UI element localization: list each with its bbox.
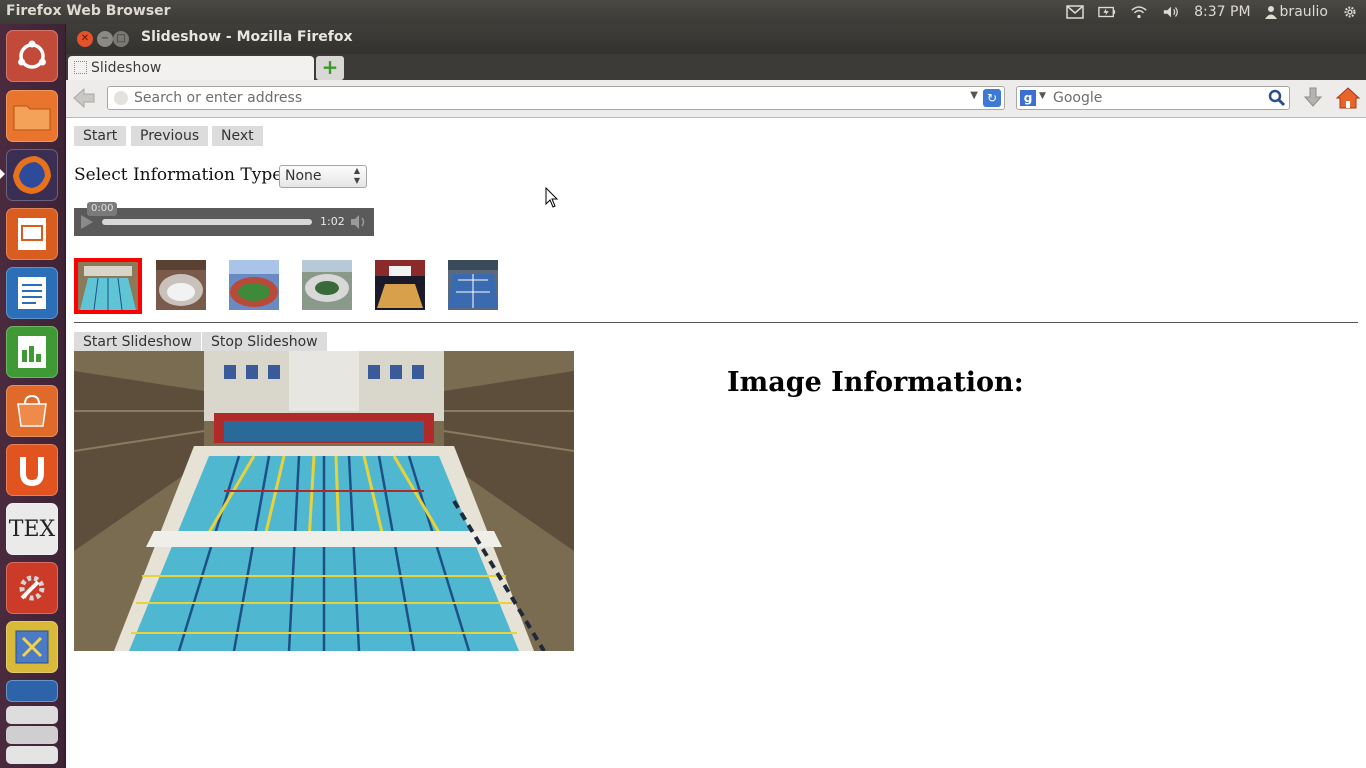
- search-bar[interactable]: g ▼: [1016, 86, 1290, 110]
- back-button[interactable]: [72, 87, 96, 111]
- back-arrow-icon: [73, 87, 95, 109]
- select-value: None: [285, 168, 322, 184]
- ubuntu-dash-icon[interactable]: [6, 30, 58, 82]
- navigation-toolbar: ▼ ↻ g ▼: [66, 80, 1366, 118]
- software-center-icon[interactable]: [6, 385, 58, 437]
- settings-icon[interactable]: [6, 562, 58, 614]
- main-slide-image: [74, 351, 574, 651]
- close-window-button[interactable]: ✕: [77, 31, 93, 47]
- thumb-arena[interactable]: [156, 260, 206, 310]
- user-name: braulio: [1279, 4, 1328, 20]
- page-content: Start Previous Next Select Information T…: [66, 118, 1366, 768]
- start-slideshow-button[interactable]: Start Slideshow: [74, 332, 201, 352]
- writer-icon[interactable]: [6, 267, 58, 319]
- previous-button[interactable]: Previous: [131, 126, 209, 146]
- reload-icon[interactable]: ↻: [983, 89, 1001, 107]
- url-bar[interactable]: ▼ ↻: [107, 86, 1005, 110]
- battery-icon[interactable]: [1098, 5, 1116, 19]
- thumb-tennis[interactable]: [448, 260, 498, 310]
- search-icon[interactable]: [1268, 89, 1286, 107]
- url-history-dropdown-icon[interactable]: ▼: [970, 90, 978, 101]
- select-arrows-icon: ▲ ▼: [353, 166, 360, 185]
- maximize-window-button[interactable]: □: [113, 31, 129, 47]
- ubuntu-one-icon[interactable]: [6, 444, 58, 496]
- search-input[interactable]: [1053, 89, 1258, 107]
- gear-icon[interactable]: [1342, 4, 1358, 20]
- information-type-select[interactable]: None ▲ ▼: [279, 165, 367, 188]
- calc-icon[interactable]: [6, 326, 58, 378]
- page-favicon-icon: [74, 61, 87, 74]
- launcher-stacked-items[interactable]: [6, 680, 58, 768]
- select-information-label: Select Information Type:: [74, 165, 289, 185]
- play-icon[interactable]: [81, 215, 93, 229]
- window-title: Slideshow - Mozilla Firefox: [141, 29, 353, 45]
- minimize-window-button[interactable]: −: [97, 31, 113, 47]
- audio-player: 0:00 1:02: [74, 202, 374, 236]
- google-engine-icon[interactable]: g: [1020, 90, 1036, 106]
- start-button[interactable]: Start: [74, 126, 127, 146]
- audio-seek-bar[interactable]: [102, 219, 312, 225]
- user-icon: [1264, 6, 1277, 19]
- new-tab-button[interactable]: +: [316, 56, 344, 80]
- thumb-stadium[interactable]: [229, 260, 279, 310]
- tab-slideshow[interactable]: Slideshow: [68, 56, 314, 80]
- tab-label: Slideshow: [91, 60, 162, 76]
- home-button[interactable]: [1335, 86, 1361, 110]
- volume-icon[interactable]: [350, 214, 368, 230]
- workspaces-icon[interactable]: [6, 621, 58, 673]
- thumb-court[interactable]: [375, 260, 425, 310]
- section-divider: [74, 322, 1358, 323]
- image-information-heading: Image Information:: [727, 367, 1024, 398]
- audio-current-time: 0:00: [87, 202, 118, 216]
- downloads-button[interactable]: [1302, 87, 1324, 111]
- stop-slideshow-button[interactable]: Stop Slideshow: [202, 332, 327, 352]
- volume-icon[interactable]: [1162, 5, 1180, 19]
- launcher: TEX: [0, 24, 66, 768]
- globe-icon: [114, 91, 128, 105]
- wifi-icon[interactable]: [1130, 5, 1148, 19]
- impress-icon[interactable]: [6, 208, 58, 260]
- thumb-dome[interactable]: [302, 260, 352, 310]
- clock[interactable]: 8:37 PM: [1194, 4, 1250, 20]
- top-panel: Firefox Web Browser 8:37 PM braulio: [0, 0, 1366, 24]
- indicator-area: 8:37 PM braulio: [1066, 2, 1358, 22]
- tab-strip: Slideshow +: [66, 54, 1366, 80]
- url-input[interactable]: [134, 89, 954, 107]
- next-button[interactable]: Next: [212, 126, 263, 146]
- files-icon[interactable]: [6, 90, 58, 142]
- mouse-cursor-icon: [545, 187, 559, 208]
- firefox-icon[interactable]: [6, 149, 58, 201]
- tex-icon[interactable]: TEX: [6, 503, 58, 555]
- home-icon: [1335, 87, 1361, 109]
- engine-dropdown-icon[interactable]: ▼: [1039, 91, 1046, 101]
- window-titlebar: ✕ − □ Slideshow - Mozilla Firefox: [66, 24, 1366, 54]
- thumb-pool[interactable]: [74, 258, 142, 314]
- tex-label: TEX: [8, 516, 56, 542]
- active-app-title: Firefox Web Browser: [6, 3, 171, 19]
- plus-icon: +: [321, 55, 339, 79]
- user-menu[interactable]: braulio: [1264, 4, 1328, 20]
- audio-duration: 1:02: [320, 215, 345, 228]
- mail-icon[interactable]: [1066, 5, 1084, 19]
- download-arrow-icon: [1303, 87, 1323, 107]
